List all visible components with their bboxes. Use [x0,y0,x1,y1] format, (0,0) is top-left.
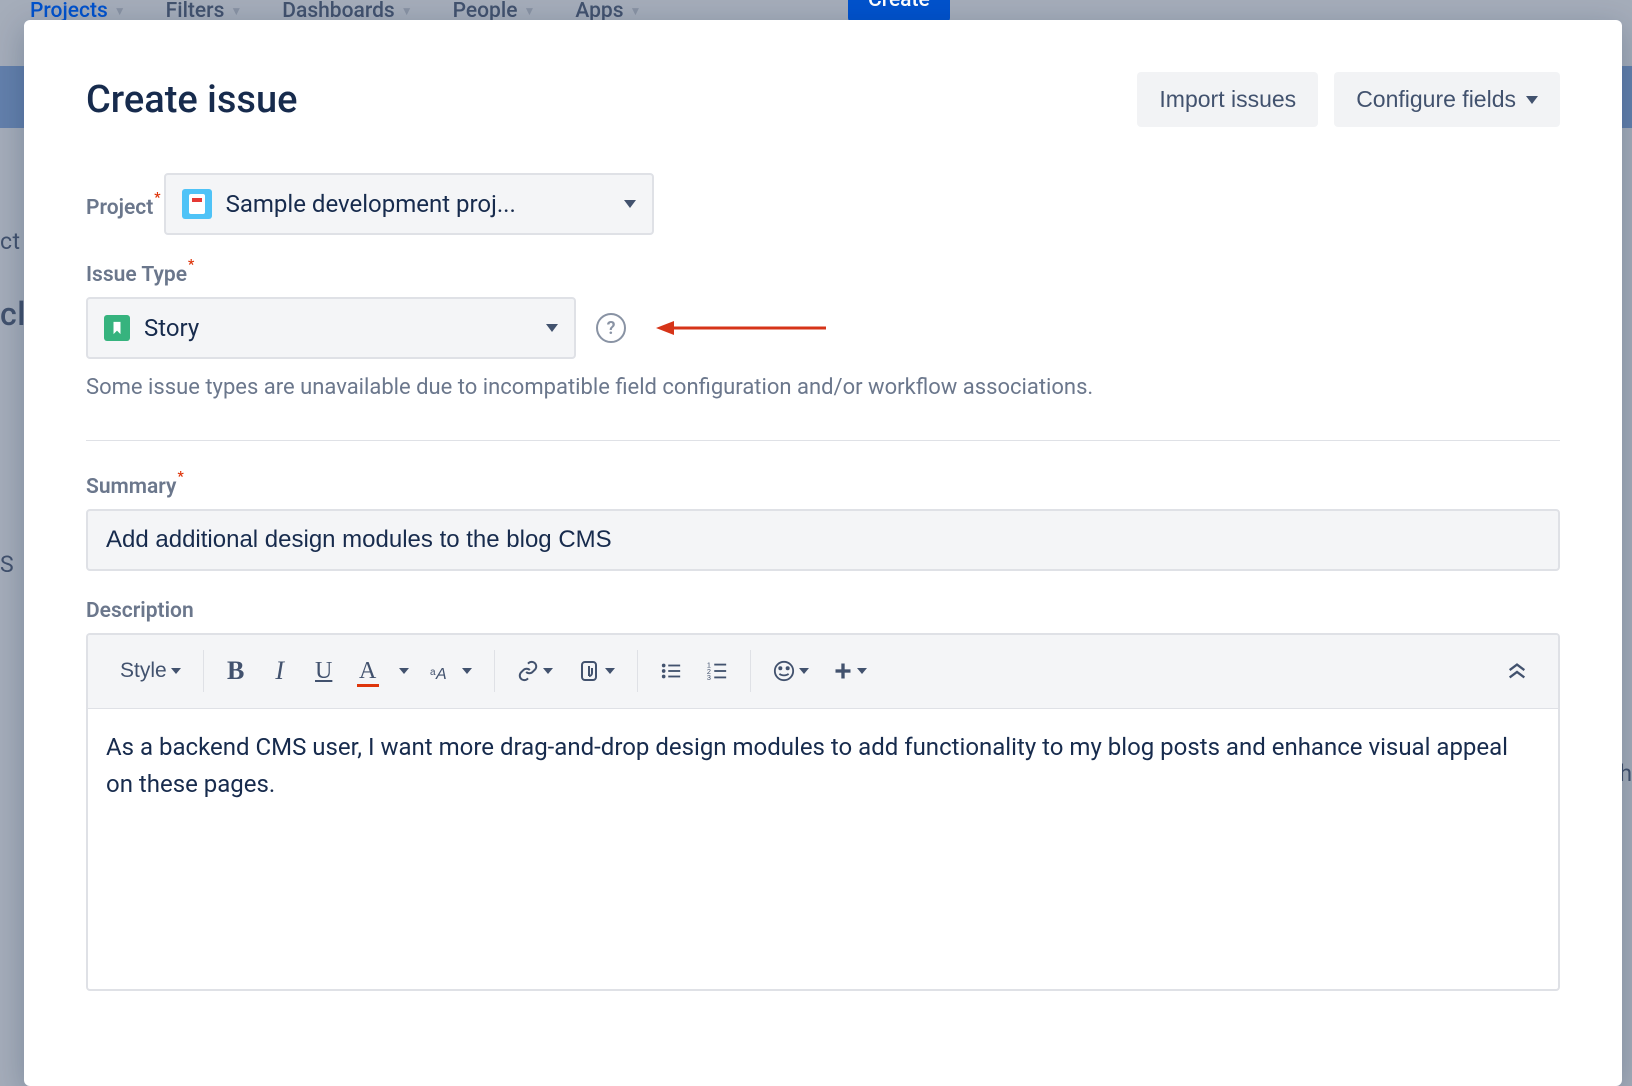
configure-fields-label: Configure fields [1356,86,1516,113]
editor-toolbar: Style B I U A [88,635,1558,709]
bold-button[interactable]: B [216,651,256,691]
required-indicator: * [188,257,194,281]
more-formatting-icon: a A [430,661,458,681]
issue-type-field-group: Issue Type * Story ? Some issue types ar… [86,263,1560,404]
insert-more-button[interactable] [823,651,877,691]
text-color-button[interactable]: A [348,651,388,691]
bullet-list-icon [660,660,682,682]
create-button-label: Create [868,0,930,12]
project-avatar-icon [182,189,212,219]
summary-field-group: Summary * [86,475,1560,571]
chevron-down-icon [399,668,409,674]
project-select[interactable]: Sample development proj... [164,173,654,235]
bullet-list-button[interactable] [650,651,692,691]
text-color-dropdown-button[interactable] [392,651,416,691]
search-box[interactable]: Sear [1536,0,1612,2]
description-label-text: Description [86,599,194,623]
collapse-toolbar-button[interactable] [1496,651,1538,691]
plus-icon [833,661,853,681]
emoji-icon [773,660,795,682]
chevron-down-icon [462,668,472,674]
description-textarea[interactable]: As a backend CMS user, I want more drag-… [88,709,1558,989]
create-issue-modal: Create issue Import issues Configure fie… [24,20,1622,1086]
modal-actions: Import issues Configure fields [1137,72,1560,127]
description-label: Description [86,599,194,623]
chevron-down-icon [171,668,181,674]
numbered-list-icon: 1 2 3 [706,660,728,682]
import-issues-button[interactable]: Import issues [1137,72,1318,127]
issue-type-select[interactable]: Story [86,297,576,359]
help-icon[interactable]: ? [596,313,626,343]
numbered-list-button[interactable]: 1 2 3 [696,651,738,691]
project-selected-value: Sample development proj... [226,190,516,218]
style-dropdown-label: Style [120,659,167,683]
background-text-left: ct cl S [0,225,26,582]
summary-input[interactable] [86,509,1560,571]
chevron-down-icon: ▼ [114,4,126,18]
svg-text:A: A [435,666,447,681]
issue-type-hint: Some issue types are unavailable due to … [86,373,1560,404]
create-button[interactable]: Create [848,0,950,22]
link-icon [517,660,539,682]
bg-text-fragment: cl [0,290,26,338]
search-placeholder: Sear [1570,0,1612,2]
attachment-button[interactable] [567,651,625,691]
search-icon [1536,0,1560,2]
chevron-down-icon [624,200,636,208]
project-field-group: Project * Sample development proj... [86,173,1560,235]
collapse-icon [1506,662,1528,680]
bg-text-fragment: S [0,548,26,583]
chevron-down-icon: ▼ [523,4,535,18]
issue-type-label: Issue Type * [86,263,193,287]
chevron-down-icon [857,668,867,674]
emoji-button[interactable] [763,651,819,691]
chevron-down-icon: ▼ [401,4,413,18]
summary-label: Summary * [86,475,183,499]
text-color-swatch [357,684,379,687]
style-dropdown-button[interactable]: Style [110,651,191,691]
story-issue-type-icon [104,315,130,341]
required-indicator: * [154,190,160,214]
issue-type-label-text: Issue Type [86,263,187,287]
attachment-icon [577,659,601,683]
italic-button[interactable]: I [260,651,300,691]
required-indicator: * [177,469,183,493]
underline-button[interactable]: U [304,651,344,691]
issue-type-selected-value: Story [144,314,199,342]
configure-fields-button[interactable]: Configure fields [1334,72,1560,127]
chevron-down-icon [543,668,553,674]
modal-header: Create issue Import issues Configure fie… [86,72,1560,127]
chevron-down-icon [1526,96,1538,104]
section-divider [86,440,1560,441]
annotation-arrow-icon [656,318,826,338]
project-label-text: Project [86,196,153,220]
svg-text:3: 3 [707,673,711,682]
bg-text-fragment: ct [0,225,26,260]
summary-label-text: Summary [86,475,176,499]
description-field-group: Description Style B I U A [86,599,1560,991]
chevron-down-icon [605,668,615,674]
chevron-down-icon: ▼ [230,4,242,18]
more-formatting-button[interactable]: a A [420,651,482,691]
chevron-down-icon [799,668,809,674]
chevron-down-icon: ▼ [630,4,642,18]
project-label: Project * [86,196,160,220]
description-editor: Style B I U A [86,633,1560,991]
chevron-down-icon [546,324,558,332]
modal-title: Create issue [86,78,297,122]
link-button[interactable] [507,651,563,691]
import-issues-label: Import issues [1159,86,1296,113]
